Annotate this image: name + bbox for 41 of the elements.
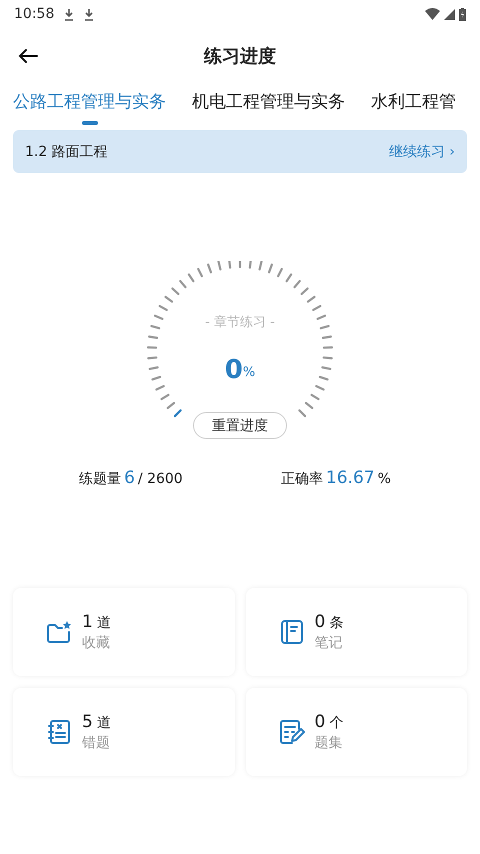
page-title: 练习进度 (204, 45, 276, 68)
stat-label: 正确率 (280, 470, 323, 488)
signal-icon (444, 8, 455, 20)
summary-card[interactable]: 5 道 错题 (13, 688, 234, 776)
card-count: 0 (314, 712, 326, 732)
card-unit: 道 (96, 714, 111, 732)
download-icon (64, 8, 74, 20)
wifi-icon (425, 8, 440, 20)
card-unit: 个 (329, 714, 344, 732)
summary-card[interactable]: 0 条 笔记 (246, 588, 467, 676)
edit-document-icon (278, 719, 304, 745)
stat-label: 练题量 (79, 470, 122, 488)
reset-progress-button[interactable]: 重置进度 (193, 412, 287, 439)
folder-star-icon (46, 619, 72, 645)
card-count: 0 (314, 612, 326, 632)
status-time: 10:58 (14, 6, 54, 22)
card-label: 题集 (314, 734, 344, 752)
gauge-caption: - 章节练习 - (204, 314, 276, 331)
battery-icon (459, 8, 466, 20)
chapter-name: 1.2 路面工程 (25, 142, 108, 160)
error-notebook-icon (46, 719, 72, 745)
summary-card[interactable]: 1 道 收藏 (13, 588, 234, 676)
card-unit: 条 (329, 614, 344, 632)
stat-value: 16.67 (326, 468, 375, 488)
stat-suffix: / 2600 (138, 471, 183, 487)
card-label: 笔记 (314, 634, 344, 652)
card-label: 错题 (82, 734, 111, 752)
subject-tab[interactable]: 机电工程管理与实务 (192, 84, 345, 130)
notebook-icon (278, 619, 304, 645)
percent-unit: % (242, 365, 256, 380)
card-count: 1 (82, 612, 93, 632)
progress-percent: 0 (224, 355, 243, 385)
download-icon (84, 8, 94, 20)
subject-tab[interactable]: 公路工程管理与实务 (13, 84, 166, 130)
card-count: 5 (82, 712, 93, 732)
stat-value: 6 (124, 468, 135, 488)
subject-tab[interactable]: 水利工程管 (371, 84, 456, 130)
card-unit: 道 (96, 614, 111, 632)
card-label: 收藏 (82, 634, 111, 652)
summary-card[interactable]: 0 个 题集 (246, 688, 467, 776)
stat-suffix: % (378, 471, 391, 487)
